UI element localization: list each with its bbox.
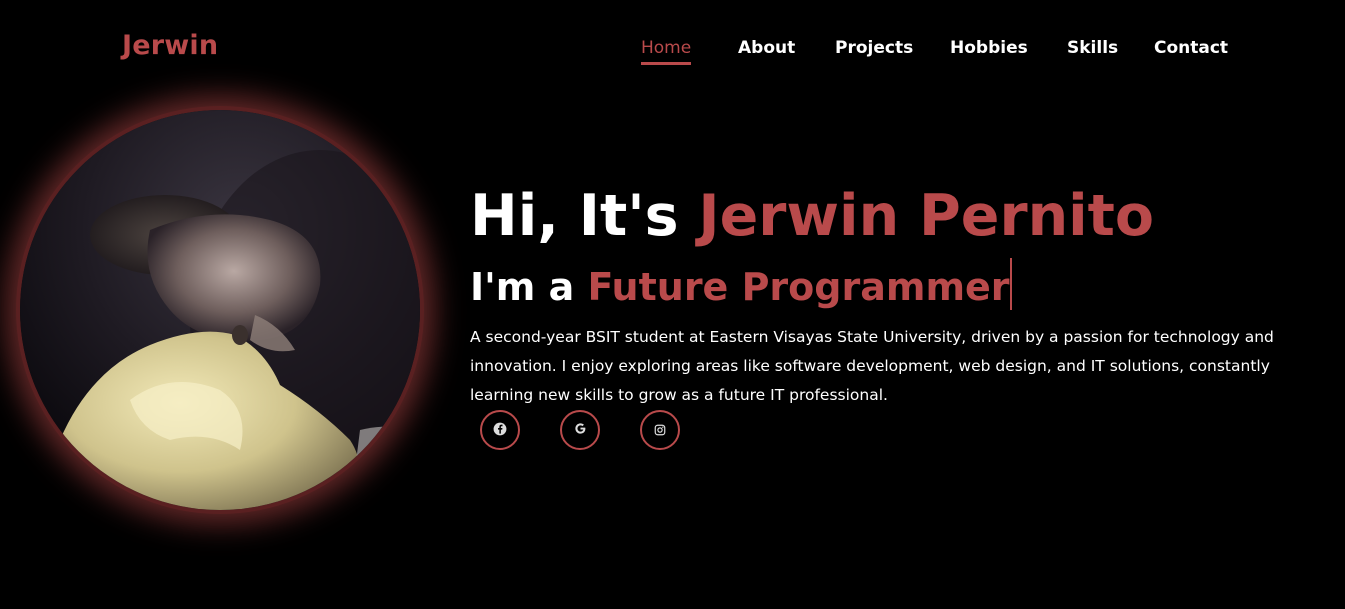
nav-contact[interactable]: Contact: [1154, 38, 1228, 58]
profile-photo: [20, 110, 420, 510]
nav-hobbies[interactable]: Hobbies: [950, 38, 1028, 58]
main-nav: Home About Projects Hobbies Skills Conta…: [0, 38, 1345, 68]
hero-role: Future Programmer: [587, 265, 1010, 309]
facebook-link[interactable]: [480, 410, 520, 450]
profile-photo-illustration: [60, 150, 420, 510]
hero-greeting: Hi, It's: [470, 183, 699, 249]
instagram-icon: [654, 421, 666, 440]
google-link[interactable]: [560, 410, 600, 450]
hero-role-line: I'm a Future Programmer: [470, 258, 1012, 311]
hero-bio: A second-year BSIT student at Eastern Vi…: [470, 328, 1274, 404]
instagram-link[interactable]: [640, 410, 680, 450]
hero-name: Jerwin Pernito: [698, 183, 1155, 249]
facebook-icon: [493, 421, 507, 440]
nav-about[interactable]: About: [738, 38, 795, 58]
nav-home[interactable]: Home: [641, 38, 692, 65]
typing-caret: [1009, 258, 1012, 310]
hero-heading: Hi, It's Jerwin Pernito: [470, 183, 1154, 249]
nav-skills[interactable]: Skills: [1067, 38, 1118, 58]
nav-projects[interactable]: Projects: [835, 38, 913, 58]
hero-role-prefix: I'm a: [470, 265, 588, 309]
google-icon: [574, 422, 587, 438]
